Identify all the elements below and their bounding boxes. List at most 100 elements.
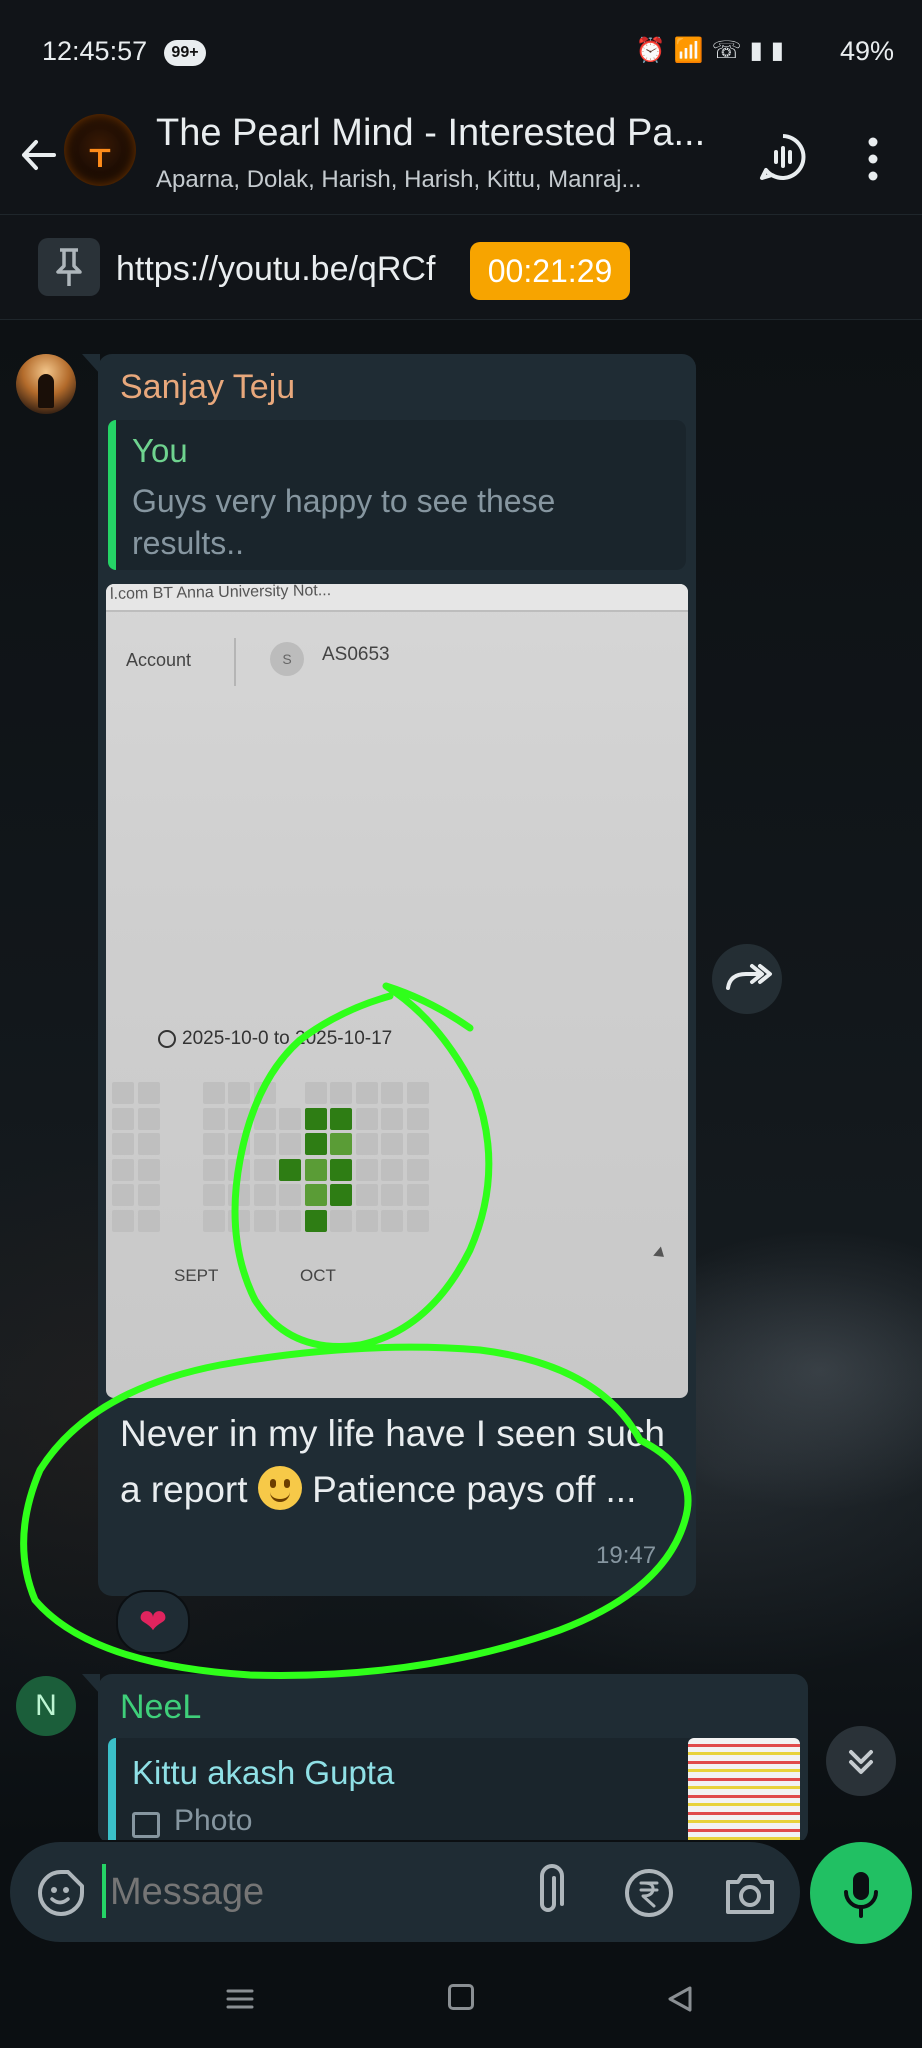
heatmap-cell — [406, 1209, 429, 1232]
heatmap-cell — [330, 1184, 352, 1206]
heatmap-cell — [279, 1184, 301, 1206]
heatmap-cell — [355, 1133, 378, 1155]
double-chevron-down-icon — [849, 1750, 873, 1774]
message-text: Never in my life have I seen such a repo… — [120, 1406, 680, 1518]
notification-badge: 99+ — [164, 40, 206, 66]
heatmap-cell — [228, 1082, 250, 1104]
photo-divider — [234, 638, 236, 686]
payment-rupee-icon[interactable] — [620, 1864, 678, 1922]
call-icon: ☏ — [711, 37, 750, 64]
heatmap-cell — [381, 1107, 403, 1130]
voice-chat-icon[interactable] — [756, 130, 810, 184]
heatmap-cell — [381, 1158, 403, 1181]
heatmap-cell — [279, 1158, 301, 1181]
quote-author: You — [132, 432, 188, 469]
microphone-icon — [844, 1872, 878, 1918]
group-avatar[interactable]: ᚁ — [64, 114, 136, 186]
group-avatar-glyph: ᚁ — [90, 126, 110, 172]
photo-date-text: 2025-10-0 to 2025-10-17 — [182, 1028, 393, 1049]
nav-back-icon[interactable] — [664, 1984, 696, 2014]
heatmap-cell — [304, 1158, 327, 1181]
heatmap-cell — [355, 1082, 378, 1104]
heatmap-cell — [137, 1184, 160, 1206]
heatmap-cell — [304, 1133, 327, 1155]
heatmap-cell — [253, 1209, 276, 1232]
photo-account-id: AS0653 — [322, 644, 390, 665]
heatmap-cell — [355, 1209, 378, 1232]
heatmap-cell — [137, 1158, 160, 1181]
heatmap-cell — [381, 1209, 403, 1232]
heatmap-cell — [137, 1209, 160, 1232]
heatmap-cell — [112, 1184, 134, 1206]
voice-record-button[interactable] — [810, 1842, 912, 1944]
heatmap-cell — [381, 1184, 403, 1206]
sender-avatar-n[interactable]: N — [16, 1676, 76, 1736]
heatmap-cell — [330, 1107, 352, 1130]
heatmap-cell — [381, 1133, 403, 1155]
sticker-icon[interactable] — [34, 1866, 88, 1920]
heatmap-cell — [202, 1184, 225, 1206]
heatmap-cell — [202, 1209, 225, 1232]
quote-text: Guys very happy to see these results.. — [132, 483, 556, 561]
heatmap-cell — [381, 1082, 403, 1104]
status-time: 12:45:57 — [42, 36, 148, 66]
forward-button[interactable] — [712, 944, 782, 1014]
battery-level: 49% — [839, 36, 894, 66]
heatmap-cell — [202, 1082, 225, 1104]
heatmap-cell — [112, 1209, 134, 1232]
heatmap-cell — [406, 1158, 429, 1181]
heart-reaction[interactable]: ❤ — [116, 1590, 190, 1654]
sender-name[interactable]: Sanjay Teju — [120, 368, 295, 407]
heatmap-cell — [137, 1082, 160, 1104]
photo-account-label: Account — [126, 650, 192, 670]
camera-icon[interactable] — [720, 1864, 780, 1922]
photo-account-avatar: S — [270, 642, 304, 676]
quote-photo-label: Photo — [174, 1804, 253, 1837]
heatmap-cell — [228, 1107, 250, 1130]
heatmap-cell — [253, 1133, 276, 1155]
heatmap-cell — [228, 1209, 250, 1232]
chat-members[interactable]: Aparna, Dolak, Harish, Harish, Kittu, Ma… — [156, 166, 716, 194]
heatmap-cell — [137, 1133, 160, 1155]
pinned-link[interactable]: https://youtu.be/qRCf — [116, 250, 435, 289]
sender-avatar[interactable] — [16, 354, 76, 414]
photo-month-oct: OCT — [300, 1266, 336, 1285]
heatmap-cell — [228, 1184, 250, 1206]
heatmap-cell — [112, 1082, 134, 1104]
home-icon[interactable] — [448, 1984, 474, 2010]
more-options-icon[interactable] — [858, 134, 888, 184]
scroll-down-button[interactable] — [826, 1726, 896, 1796]
heatmap-cell — [406, 1082, 429, 1104]
heatmap-cell — [406, 1107, 429, 1130]
cursor-icon — [653, 1246, 668, 1262]
wifi-icon: 📶 — [673, 37, 712, 64]
message-time: 19:47 — [596, 1542, 657, 1569]
heatmap-cell — [355, 1107, 378, 1130]
heatmap-cell — [406, 1133, 429, 1155]
back-arrow-icon[interactable] — [14, 130, 64, 180]
attach-icon[interactable] — [520, 1864, 576, 1922]
heatmap-cell — [355, 1184, 378, 1206]
heatmap-cell — [228, 1133, 250, 1155]
quote-text: Photo — [132, 1804, 252, 1838]
heatmap-cell — [253, 1082, 276, 1104]
heatmap-cell — [202, 1158, 225, 1181]
sender-name[interactable]: NeeL — [120, 1688, 201, 1727]
photo-attachment[interactable]: l.com BT Anna University Not... Account … — [106, 584, 688, 1398]
quote-thumbnail[interactable] — [688, 1738, 800, 1848]
quote-author: Kittu akash Gupta — [132, 1754, 395, 1791]
alarm-icon: ⏰ — [635, 37, 674, 64]
heatmap-cell — [304, 1209, 327, 1232]
chat-title[interactable]: The Pearl Mind - Interested Pa... — [156, 112, 736, 155]
heatmap-cell — [330, 1133, 352, 1155]
heatmap-cell — [253, 1107, 276, 1130]
heatmap-cell — [202, 1107, 225, 1130]
heatmap-cell — [228, 1158, 250, 1181]
status-icons: ⏰📶☏▮▮ — [636, 36, 792, 65]
photo-date-range: 2025-10-0 to 2025-10-17 — [158, 1028, 392, 1050]
message-input[interactable] — [106, 1868, 490, 1916]
heatmap-cell — [406, 1184, 429, 1206]
signal-icon: ▮▮ — [749, 37, 792, 64]
heatmap-cell — [279, 1209, 301, 1232]
recent-apps-icon[interactable] — [224, 1984, 256, 2014]
